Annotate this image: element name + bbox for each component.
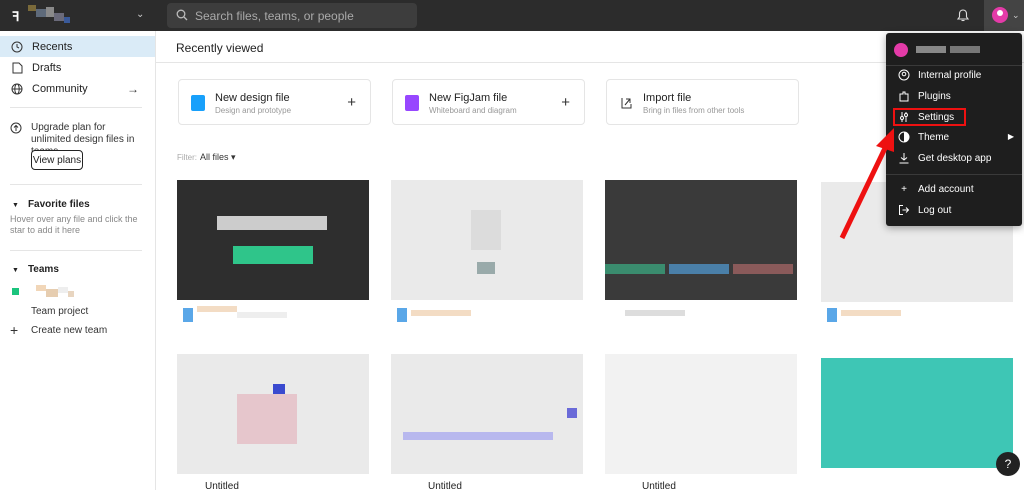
file-name: Untitled [205, 481, 239, 490]
favorite-files-header[interactable]: ▼ Favorite files [12, 199, 90, 210]
plus-icon: + [10, 322, 19, 338]
card-title: New design file [215, 92, 290, 104]
org-name-blurred[interactable] [28, 5, 70, 25]
menu-item-internal-profile[interactable]: Internal profile [886, 65, 1022, 85]
divider [886, 174, 1022, 175]
clock-icon [10, 40, 24, 54]
arrow-right-icon: → [127, 82, 139, 96]
card-subtitle: Design and prototype [215, 106, 292, 115]
sidebar-item-community[interactable]: Community → [0, 78, 155, 99]
sidebar-item-label: Recents [32, 40, 73, 53]
card-subtitle: Whiteboard and diagram [429, 106, 517, 115]
avatar [992, 7, 1008, 23]
design-file-icon [191, 95, 205, 111]
teams-header[interactable]: ▼ Teams [12, 264, 59, 275]
sidebar-item-drafts[interactable]: Drafts [0, 57, 155, 78]
chevron-down-icon[interactable]: ⌄ [136, 9, 144, 20]
file-meta-blurred [391, 302, 583, 332]
file-thumbnail[interactable] [177, 180, 369, 300]
caret-down-icon: ▼ [12, 202, 19, 209]
search-bar[interactable] [167, 3, 417, 28]
sidebar-item-label: Drafts [32, 61, 62, 74]
upgrade-icon [10, 122, 22, 134]
chevron-down-icon: ⌄ [1012, 10, 1020, 20]
filter-dropdown[interactable]: Filter: All files ▾ [177, 152, 236, 163]
favorite-files-label: Favorite files [27, 199, 90, 210]
plugin-icon [898, 90, 910, 102]
file-thumbnail[interactable] [177, 354, 369, 474]
menu-item-log-out[interactable]: Log out [886, 200, 1022, 220]
card-subtitle: Bring in files from other tools [643, 106, 745, 115]
menu-item-plugins[interactable]: Plugins [886, 86, 1022, 106]
menu-item-label: Get desktop app [918, 152, 992, 164]
account-dropdown: Internal profile Plugins Settings Theme … [886, 33, 1022, 226]
sidebar-item-label: Community [32, 82, 88, 95]
sidebar-item-recents[interactable]: Recents [0, 36, 155, 57]
search-icon [176, 9, 188, 21]
team-project-link[interactable]: Team project [31, 306, 88, 317]
file-thumbnail[interactable] [605, 354, 797, 474]
help-button[interactable]: ? [996, 452, 1020, 476]
plus-icon: + [561, 94, 570, 111]
settings-highlight-annotation [893, 108, 966, 126]
filter-label: Filter: [177, 153, 197, 162]
file-meta-blurred [605, 302, 797, 332]
filter-value: All files ▾ [200, 152, 236, 162]
menu-item-label: Plugins [918, 90, 951, 102]
file-meta-blurred [177, 302, 369, 332]
teams-label: Teams [27, 264, 59, 275]
card-title: New FigJam file [429, 92, 508, 104]
file-name: Untitled [428, 481, 462, 490]
bell-icon[interactable] [957, 9, 969, 22]
top-bar: ꟻ ⌄ ⌄ [0, 0, 1024, 31]
favorite-hint: Hover over any file and click the star t… [10, 214, 138, 235]
import-file-card[interactable]: Import file Bring in files from other to… [606, 79, 799, 125]
account-menu-button[interactable]: ⌄ [984, 0, 1024, 31]
card-title: Import file [643, 92, 692, 104]
new-design-file-card[interactable]: New design file Design and prototype + [178, 79, 371, 125]
user-icon [898, 69, 910, 81]
menu-item-label: Theme [918, 131, 950, 143]
annotation-arrow-icon [839, 128, 894, 240]
caret-right-icon: ▶ [1007, 132, 1014, 141]
menu-item-label: Log out [918, 204, 952, 216]
file-meta-blurred [821, 302, 1013, 332]
divider [10, 184, 142, 185]
file-thumbnail[interactable] [605, 180, 797, 300]
plus-icon: + [347, 94, 356, 111]
menu-item-label: Internal profile [918, 69, 982, 81]
sidebar: Recents Drafts Community → Upgrade plan … [0, 31, 156, 490]
menu-item-label: Add account [918, 183, 974, 195]
menu-item-add-account[interactable]: + Add account [886, 179, 1022, 199]
menu-item-theme[interactable]: Theme ▶ [886, 127, 1022, 147]
page-title: Recently viewed [176, 41, 264, 55]
menu-user-blurred [894, 42, 1014, 58]
file-thumbnail[interactable] [391, 354, 583, 474]
divider [10, 107, 142, 108]
import-icon [619, 95, 633, 111]
search-input[interactable] [195, 3, 410, 28]
avatar [894, 43, 908, 57]
create-team-link[interactable]: Create new team [31, 325, 107, 336]
menu-item-get-desktop-app[interactable]: Get desktop app [886, 148, 1022, 168]
file-thumbnail[interactable] [821, 358, 1013, 468]
view-plans-button[interactable]: View plans [31, 150, 83, 170]
file-name: Untitled [642, 481, 676, 490]
team-item-blurred[interactable] [12, 285, 92, 301]
file-icon [10, 61, 24, 75]
file-thumbnail[interactable] [391, 180, 583, 300]
new-figjam-file-card[interactable]: New FigJam file Whiteboard and diagram + [392, 79, 585, 125]
figjam-file-icon [405, 95, 419, 111]
divider [10, 250, 142, 251]
caret-down-icon: ▼ [12, 267, 19, 274]
globe-icon [10, 82, 24, 96]
figma-logo[interactable]: ꟻ [12, 9, 19, 25]
